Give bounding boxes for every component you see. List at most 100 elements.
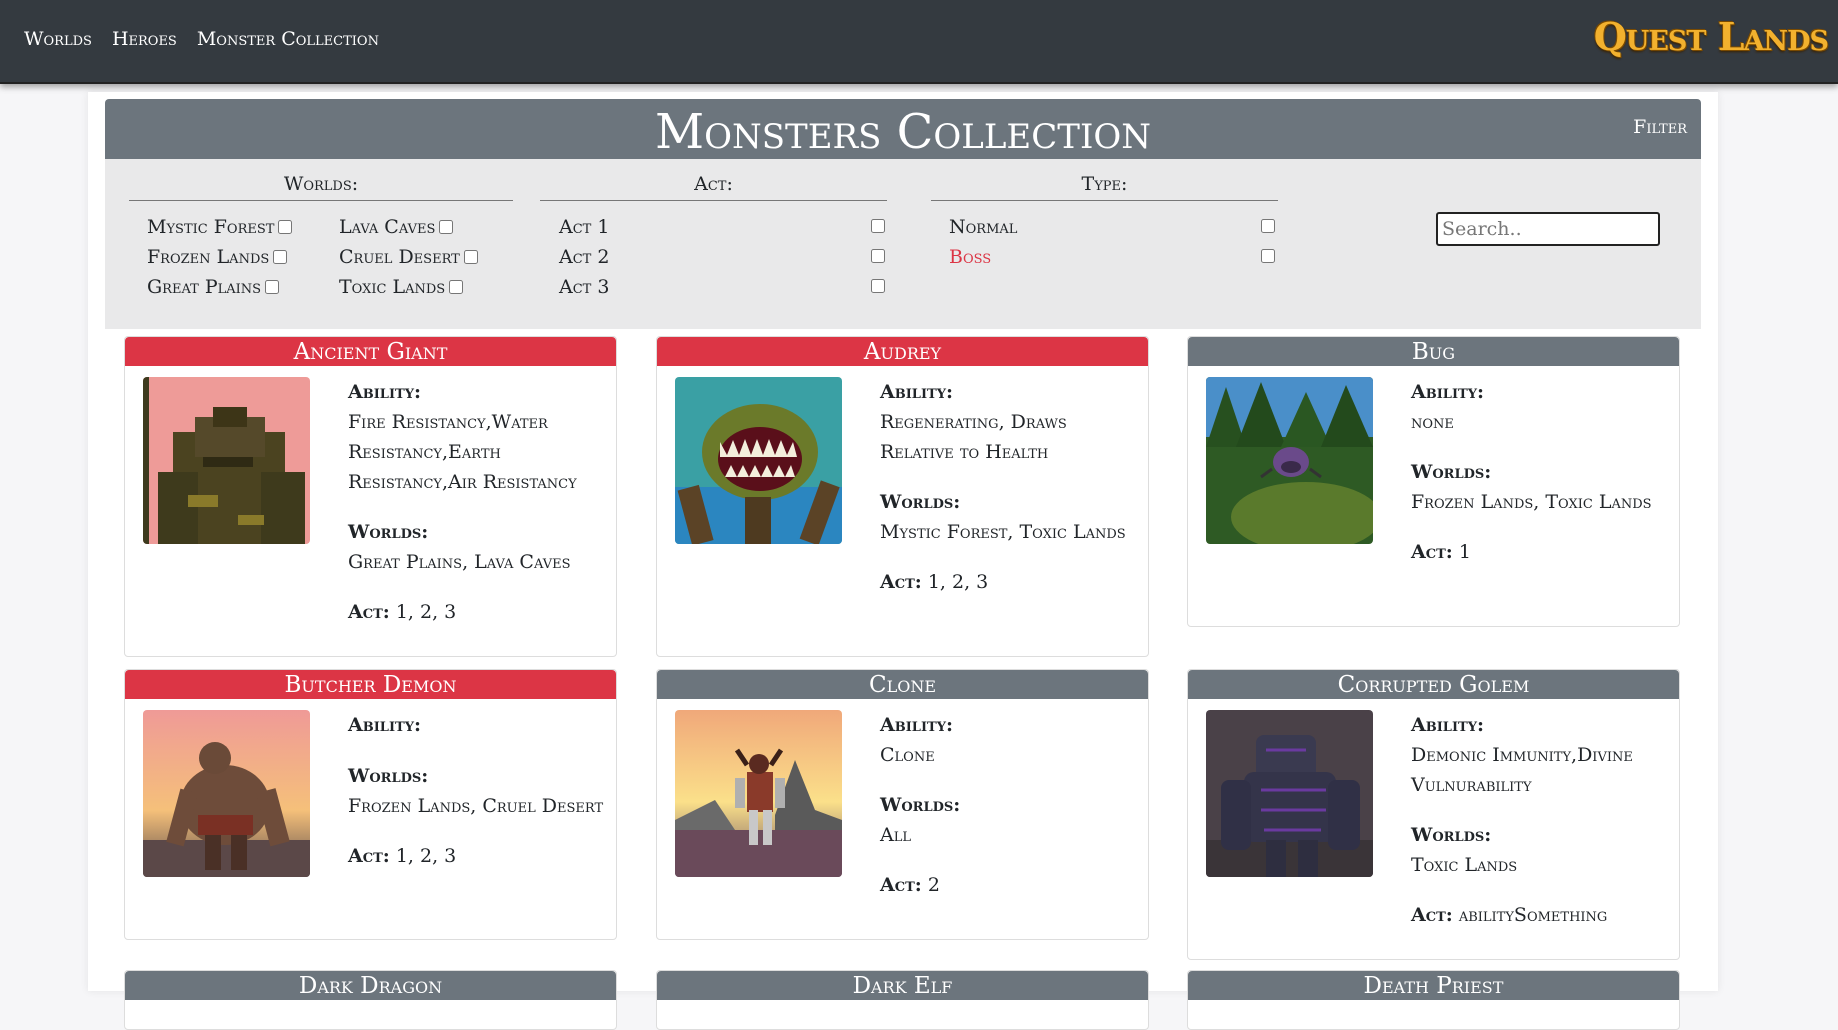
monster-card[interactable]: Dark Dragon xyxy=(124,970,617,1030)
act-option-label: Act 1 xyxy=(559,216,610,238)
ability-label: Ability: xyxy=(348,714,421,736)
monster-image-bug xyxy=(1206,377,1373,544)
act-filter-group: Act: xyxy=(540,159,887,201)
monster-name: Death Priest xyxy=(1188,971,1679,1000)
ability-value: Clone xyxy=(880,744,935,766)
world-label: Frozen Lands xyxy=(147,246,270,268)
worlds-label: Worlds: xyxy=(348,765,429,787)
world-option-toxic-lands[interactable]: Toxic Lands xyxy=(339,276,464,298)
ability-value: Regenerating, Draws Relative to Health xyxy=(880,411,1067,463)
act-value: 2 xyxy=(927,874,940,896)
act-value: 1, 2, 3 xyxy=(395,845,457,867)
worlds-filter-heading: Worlds: xyxy=(129,159,513,201)
act-option-label: Act 2 xyxy=(559,246,610,268)
world-checkbox-toxic-lands[interactable] xyxy=(449,280,464,294)
monster-name: Dark Dragon xyxy=(125,971,616,1000)
ability-value: none xyxy=(1411,411,1454,433)
world-checkbox-lava-caves[interactable] xyxy=(439,220,454,234)
type-filter-heading: Type: xyxy=(931,159,1278,201)
monster-name: Bug xyxy=(1188,337,1679,366)
monster-details: Ability: Worlds: Frozen Lands, Cruel Des… xyxy=(348,710,608,871)
ability-label: Ability: xyxy=(348,381,421,403)
worlds-filter-group: Worlds: xyxy=(129,159,513,201)
monster-details: Ability: Demonic Immunity,Divine Vulnura… xyxy=(1411,710,1671,930)
act-checkbox-2[interactable] xyxy=(871,249,885,263)
world-option-cruel-desert[interactable]: Cruel Desert xyxy=(339,246,478,268)
monster-name: Ancient Giant xyxy=(125,337,616,366)
world-checkbox-mystic-forest[interactable] xyxy=(278,220,293,234)
act-value: 1, 2, 3 xyxy=(927,571,989,593)
navbar: Worlds Heroes Monster Collection Quest L… xyxy=(0,0,1838,84)
filter-toggle[interactable]: Filter xyxy=(1633,116,1687,138)
ability-label: Ability: xyxy=(880,381,953,403)
monster-name: Clone xyxy=(657,670,1148,699)
act-checkbox-1[interactable] xyxy=(871,219,885,233)
monster-details: Ability: Clone Worlds: All Act: 2 xyxy=(880,710,1140,900)
world-checkbox-frozen-lands[interactable] xyxy=(273,250,288,264)
act-value: abilitySomething xyxy=(1458,904,1608,926)
world-checkbox-cruel-desert[interactable] xyxy=(463,250,478,264)
monster-image-audrey xyxy=(675,377,842,544)
monster-card[interactable]: Butcher Demon Ability: Worlds: Frozen La… xyxy=(124,669,617,940)
type-checkbox-normal[interactable] xyxy=(1261,219,1275,233)
act-label: Act: xyxy=(880,571,922,593)
act-label: Act: xyxy=(348,601,390,623)
worlds-value: Frozen Lands, Toxic Lands xyxy=(1411,491,1652,513)
world-option-lava-caves[interactable]: Lava Caves xyxy=(339,216,454,238)
act-filter-heading: Act: xyxy=(540,159,887,201)
worlds-value: Frozen Lands, Cruel Desert xyxy=(348,795,604,817)
act-label: Act: xyxy=(348,845,390,867)
main-container: Monsters Collection Filter Worlds: Mysti… xyxy=(88,92,1718,1030)
monster-details: Ability: Regenerating, Draws Relative to… xyxy=(880,377,1140,597)
act-label: Act: xyxy=(880,874,922,896)
collection-header: Monsters Collection Filter xyxy=(105,99,1701,159)
worlds-value: Great Plains, Lava Caves xyxy=(348,551,571,573)
monster-card[interactable]: Dark Elf xyxy=(656,970,1149,1030)
monster-name: Audrey xyxy=(657,337,1148,366)
world-option-great-plains[interactable]: Great Plains xyxy=(147,276,280,298)
monster-card[interactable]: Ancient Giant Ability: Fire Resistancy,W… xyxy=(124,336,617,657)
world-option-frozen-lands[interactable]: Frozen Lands xyxy=(147,246,288,268)
nav-links: Worlds Heroes Monster Collection xyxy=(24,28,379,50)
monster-card[interactable]: Corrupted Golem Ability: Demonic Immunit… xyxy=(1187,669,1680,960)
ability-value: Demonic Immunity,Divine Vulnurability xyxy=(1411,744,1633,796)
page-title: Monsters Collection xyxy=(654,104,1152,160)
nav-link-monster-collection[interactable]: Monster Collection xyxy=(197,28,379,50)
monster-image-ancient-giant xyxy=(143,377,310,544)
nav-link-worlds[interactable]: Worlds xyxy=(24,28,92,50)
worlds-label: Worlds: xyxy=(1411,824,1492,846)
worlds-value: All xyxy=(880,824,911,846)
monster-image-butcher-demon xyxy=(143,710,310,877)
world-label: Toxic Lands xyxy=(339,276,446,298)
ability-label: Ability: xyxy=(880,714,953,736)
act-label: Act: xyxy=(1411,541,1453,563)
nav-link-heroes[interactable]: Heroes xyxy=(112,28,177,50)
monster-card[interactable]: Bug Ability: none Worlds: Frozen Lands, … xyxy=(1187,336,1680,627)
world-option-mystic-forest[interactable]: Mystic Forest xyxy=(147,216,293,238)
type-checkbox-boss[interactable] xyxy=(1261,249,1275,263)
type-option-normal: Normal xyxy=(949,216,1018,238)
monster-details: Ability: none Worlds: Frozen Lands, Toxi… xyxy=(1411,377,1671,567)
worlds-label: Worlds: xyxy=(348,521,429,543)
monster-name: Dark Elf xyxy=(657,971,1148,1000)
act-value: 1 xyxy=(1458,541,1471,563)
worlds-value: Mystic Forest, Toxic Lands xyxy=(880,521,1126,543)
search-input[interactable] xyxy=(1436,212,1660,246)
brand-logo[interactable]: Quest Lands xyxy=(1594,14,1829,59)
monster-name: Corrupted Golem xyxy=(1188,670,1679,699)
act-checkbox-3[interactable] xyxy=(871,279,885,293)
monster-image-corrupted-golem xyxy=(1206,710,1373,877)
monster-name: Butcher Demon xyxy=(125,670,616,699)
monster-card[interactable]: Death Priest xyxy=(1187,970,1680,1030)
act-option-label: Act 3 xyxy=(559,276,610,298)
world-label: Mystic Forest xyxy=(147,216,275,238)
worlds-label: Worlds: xyxy=(880,491,961,513)
act-value: 1, 2, 3 xyxy=(395,601,457,623)
world-label: Cruel Desert xyxy=(339,246,460,268)
world-label: Great Plains xyxy=(147,276,262,298)
monster-card[interactable]: Clone Ability: Clone Worlds: All Act: 2 xyxy=(656,669,1149,940)
filter-panel: Worlds: Mystic Forest Frozen Lands Great… xyxy=(105,159,1701,329)
monster-card[interactable]: Audrey Ability: Regenerating, Draws Rela… xyxy=(656,336,1149,657)
world-checkbox-great-plains[interactable] xyxy=(265,280,280,294)
type-option-boss: Boss xyxy=(949,246,992,268)
